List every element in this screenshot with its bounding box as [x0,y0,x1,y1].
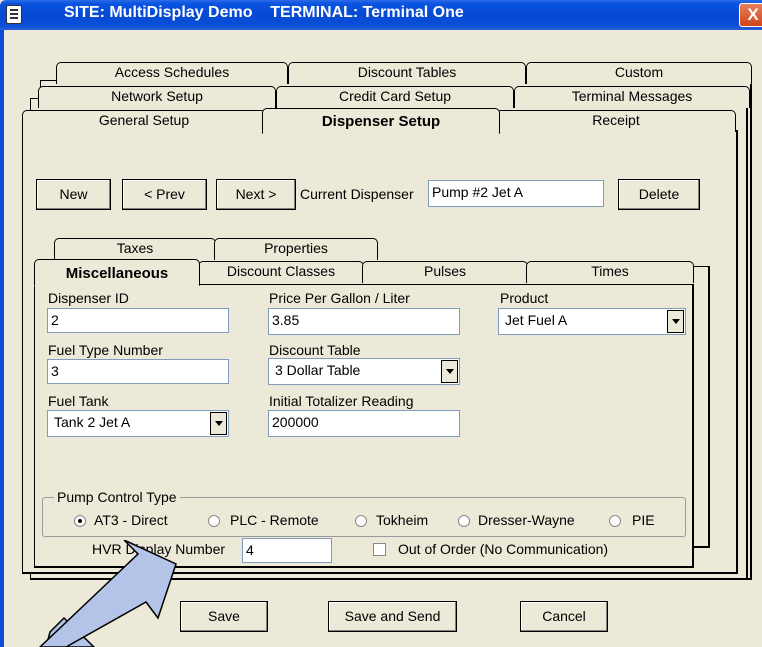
annotation-arrow-icon [38,540,177,647]
chevron-down-icon[interactable] [667,310,684,333]
tab-custom[interactable]: Custom [526,62,752,84]
cancel-button[interactable]: Cancel [520,601,608,632]
price-field[interactable]: 3.85 [268,308,460,335]
out-of-order-label: Out of Order (No Communication) [398,541,609,557]
totalizer-field[interactable]: 200000 [268,410,460,437]
radio-at3-direct[interactable] [74,515,86,527]
tab-properties[interactable]: Properties [214,238,378,260]
radio-plc-remote[interactable] [208,515,220,527]
radio-label-at3-direct: AT3 - Direct [94,512,168,528]
tab-pulses[interactable]: Pulses [362,261,528,283]
out-of-order-checkbox[interactable] [373,543,386,556]
chevron-down-icon[interactable] [441,360,458,383]
dispenser-id-label: Dispenser ID [48,290,129,306]
tab-access-schedules[interactable]: Access Schedules [56,62,288,84]
tab-taxes[interactable]: Taxes [54,238,216,260]
close-button[interactable]: X [739,3,762,27]
fuel-tank-select[interactable]: Tank 2 Jet A [47,410,229,437]
radio-tokheim[interactable] [355,515,367,527]
tab-discount-tables[interactable]: Discount Tables [288,62,526,84]
window-title: SITE: MultiDisplay Demo TERMINAL: Termin… [64,4,464,21]
prev-button[interactable]: < Prev [122,179,207,210]
totalizer-label: Initial Totalizer Reading [269,393,414,409]
price-label: Price Per Gallon / Liter [269,290,410,306]
radio-label-dresser-wayne: Dresser-Wayne [478,512,575,528]
tab-discount-classes[interactable]: Discount Classes [198,261,364,283]
current-dispenser-field[interactable]: Pump #2 Jet A [428,180,604,207]
title-bar: SITE: MultiDisplay Demo TERMINAL: Termin… [0,0,762,30]
current-dispenser-label: Current Dispenser [300,186,414,202]
tab-receipt[interactable]: Receipt [496,110,736,132]
fuel-tank-label: Fuel Tank [48,393,109,409]
tab-dispenser-setup[interactable]: Dispenser Setup [262,108,500,134]
radio-label-tokheim: Tokheim [376,512,429,528]
radio-pie[interactable] [609,515,621,527]
app-icon [6,5,22,24]
radio-dresser-wayne[interactable] [458,515,470,527]
product-select[interactable]: Jet Fuel A [498,308,686,335]
tab-terminal-messages[interactable]: Terminal Messages [514,86,750,108]
pump-control-label: Pump Control Type [54,489,180,505]
chevron-down-icon[interactable] [210,412,227,435]
discount-table-select[interactable]: 3 Dollar Table [268,358,460,385]
product-value: Jet Fuel A [505,312,568,328]
tab-miscellaneous[interactable]: Miscellaneous [34,259,200,286]
delete-button[interactable]: Delete [618,179,700,210]
fuel-type-label: Fuel Type Number [48,342,163,358]
next-button[interactable]: Next > [216,179,296,210]
radio-label-pie: PIE [632,512,655,528]
save-and-send-button[interactable]: Save and Send [328,601,457,632]
tab-general-setup[interactable]: General Setup [22,110,266,132]
fuel-type-field[interactable]: 3 [47,359,229,384]
new-button[interactable]: New [36,179,111,210]
radio-label-plc-remote: PLC - Remote [230,512,319,528]
dispenser-id-field[interactable]: 2 [47,308,229,333]
discount-table-value: 3 Dollar Table [275,362,361,378]
tab-network-setup[interactable]: Network Setup [38,86,276,108]
tab-times[interactable]: Times [526,261,694,283]
discount-table-label: Discount Table [269,342,361,358]
hvr-display-field[interactable]: 4 [242,538,332,563]
fuel-tank-value: Tank 2 Jet A [54,414,131,430]
tab-credit-card-setup[interactable]: Credit Card Setup [276,86,514,108]
product-label: Product [500,290,549,306]
